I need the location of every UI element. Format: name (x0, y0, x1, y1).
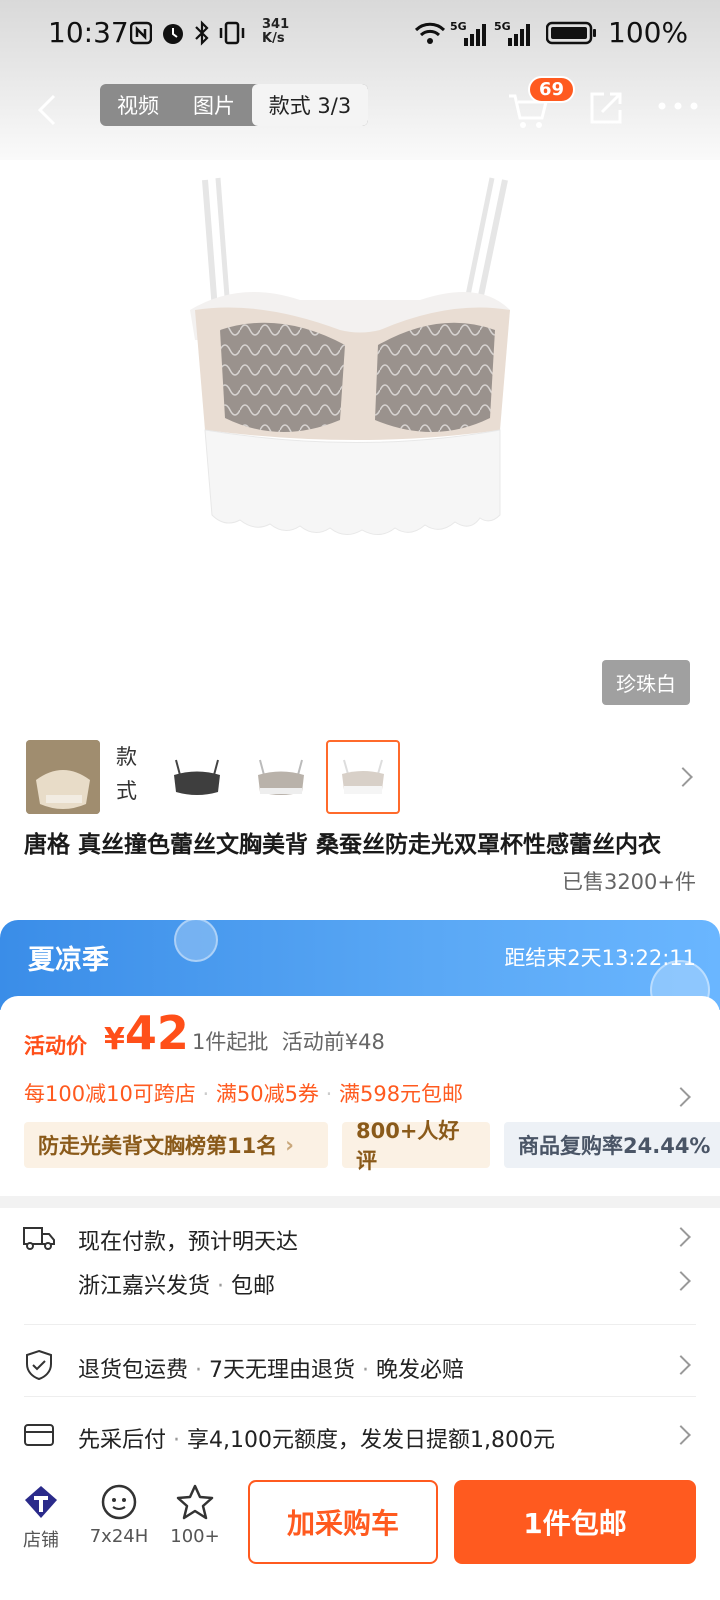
promo-countdown: 距结束2天13:22:11 (504, 946, 696, 970)
status-time: 10:37 (48, 16, 129, 49)
thumb-black-image (174, 759, 220, 795)
style-label: 款式 (116, 745, 137, 803)
wifi-icon (414, 22, 446, 44)
favorite-button[interactable]: 100+ (160, 1482, 230, 1547)
delivery-chevron-icon (671, 1227, 691, 1247)
price-sub: 1件起批 活动前¥48 (192, 1030, 385, 1054)
divider (24, 1324, 696, 1325)
thumb-white-image (342, 759, 384, 794)
sold-count: 已售3200+件 (561, 870, 696, 894)
style-thumbnails: 款式 (0, 732, 720, 818)
tab-images[interactable]: 图片 (176, 84, 252, 126)
shop-logo-icon (25, 1486, 57, 1518)
delivery-text: 现在付款，预计明天达 (78, 1230, 299, 1255)
vibrate-icon (219, 21, 245, 45)
media-tab-group: 视频 图片 款式 3/3 (100, 84, 368, 126)
battery-percent: 100% (608, 16, 689, 49)
price-card: 活动价 ¥42 1件起批 活动前¥48 每100减10可跨店 · 满50减5券 … (0, 996, 720, 1196)
thumb-style-grey[interactable] (244, 740, 318, 814)
price-value: ¥42 (104, 1006, 189, 1060)
section-gap (0, 1196, 720, 1208)
cart-badge: 69 (528, 76, 576, 103)
thumb-style-black[interactable] (160, 740, 234, 814)
credit-row[interactable]: 先采后付 · 享4,100元额度，发发日提额1,800元 (0, 1404, 720, 1468)
status-bar: 10:37 341 K/s 5G 5G 100% (0, 0, 720, 70)
top-nav: 视频 图片 款式 3/3 69 (0, 70, 720, 160)
truck-icon (23, 1227, 55, 1250)
svg-text:5G: 5G (450, 20, 467, 33)
promo-title: 夏凉季 (28, 945, 109, 976)
ship-from-text: 浙江嘉兴发货 · 包邮 (78, 1274, 276, 1299)
chat-face-icon (101, 1484, 137, 1520)
review-tag[interactable]: 800+人好评 (342, 1119, 490, 1173)
share-icon[interactable] (586, 88, 626, 128)
shop-button[interactable]: 店铺 (6, 1482, 76, 1552)
svg-text:5G: 5G (494, 20, 511, 33)
nfc-icon (130, 21, 152, 45)
credit-chevron-icon (671, 1425, 691, 1445)
customer-service-button[interactable]: 7x24H (84, 1482, 154, 1547)
battery-icon (546, 21, 596, 45)
add-to-cart-button[interactable]: 加采购车 (248, 1480, 438, 1564)
thumb-grey-image (258, 759, 304, 795)
product-image[interactable] (0, 160, 720, 720)
price-label: 活动价 (24, 1034, 87, 1058)
ship-chevron-icon (671, 1271, 691, 1291)
repurchase-tag: 商品复购率24.44% (504, 1122, 720, 1168)
back-arrow-icon[interactable] (30, 88, 70, 132)
product-title: 唐格 真丝撞色蕾丝文胸美背 桑蚕丝防走光双罩杯性感蕾丝内衣 (24, 832, 662, 858)
bottom-action-bar: 店铺 7x24H 100+ 加采购车 1件包邮 (0, 1460, 720, 1600)
coupon-chevron-right-icon[interactable] (671, 1087, 691, 1107)
alarm-icon (163, 24, 183, 44)
buy-now-button[interactable]: 1件包邮 (454, 1480, 696, 1564)
bluetooth-icon (195, 20, 209, 46)
signal-5g-icon-2: 5G (494, 20, 530, 46)
star-icon (176, 1484, 214, 1520)
signal-5g-icon: 5G (450, 20, 486, 46)
color-tag: 珍珠白 (602, 660, 690, 705)
credit-text: 先采后付 · 享4,100元额度，发发日提额1,800元 (78, 1428, 555, 1453)
thumb-photo-image (26, 740, 100, 814)
shield-check-icon (26, 1349, 52, 1381)
returns-text: 退货包运费 · 7天无理由退货 · 晚发必赔 (78, 1358, 464, 1383)
rank-tag[interactable]: 防走光美背文胸榜第11名 › (24, 1122, 328, 1168)
divider-2 (24, 1396, 696, 1397)
coupon-line[interactable]: 每100减10可跨店 · 满50减5券 · 满598元包邮 (24, 1078, 463, 1108)
returns-row[interactable]: 退货包运费 · 7天无理由退货 · 晚发必赔 (0, 1334, 720, 1404)
bubble-decoration (174, 918, 218, 962)
card-icon (24, 1424, 54, 1446)
bra-illustration (190, 177, 510, 535)
thumb-main-photo[interactable] (26, 740, 100, 814)
net-speed: 341 K/s (262, 17, 290, 46)
thumbs-chevron-right-icon[interactable] (673, 767, 693, 787)
tab-video[interactable]: 视频 (100, 84, 176, 126)
delivery-row[interactable]: 现在付款，预计明天达 浙江嘉兴发货 · 包邮 (0, 1208, 720, 1308)
thumb-style-white[interactable] (326, 740, 400, 814)
tab-styles[interactable]: 款式 3/3 (252, 84, 368, 126)
returns-chevron-icon (671, 1355, 691, 1375)
more-icon[interactable] (656, 100, 700, 112)
